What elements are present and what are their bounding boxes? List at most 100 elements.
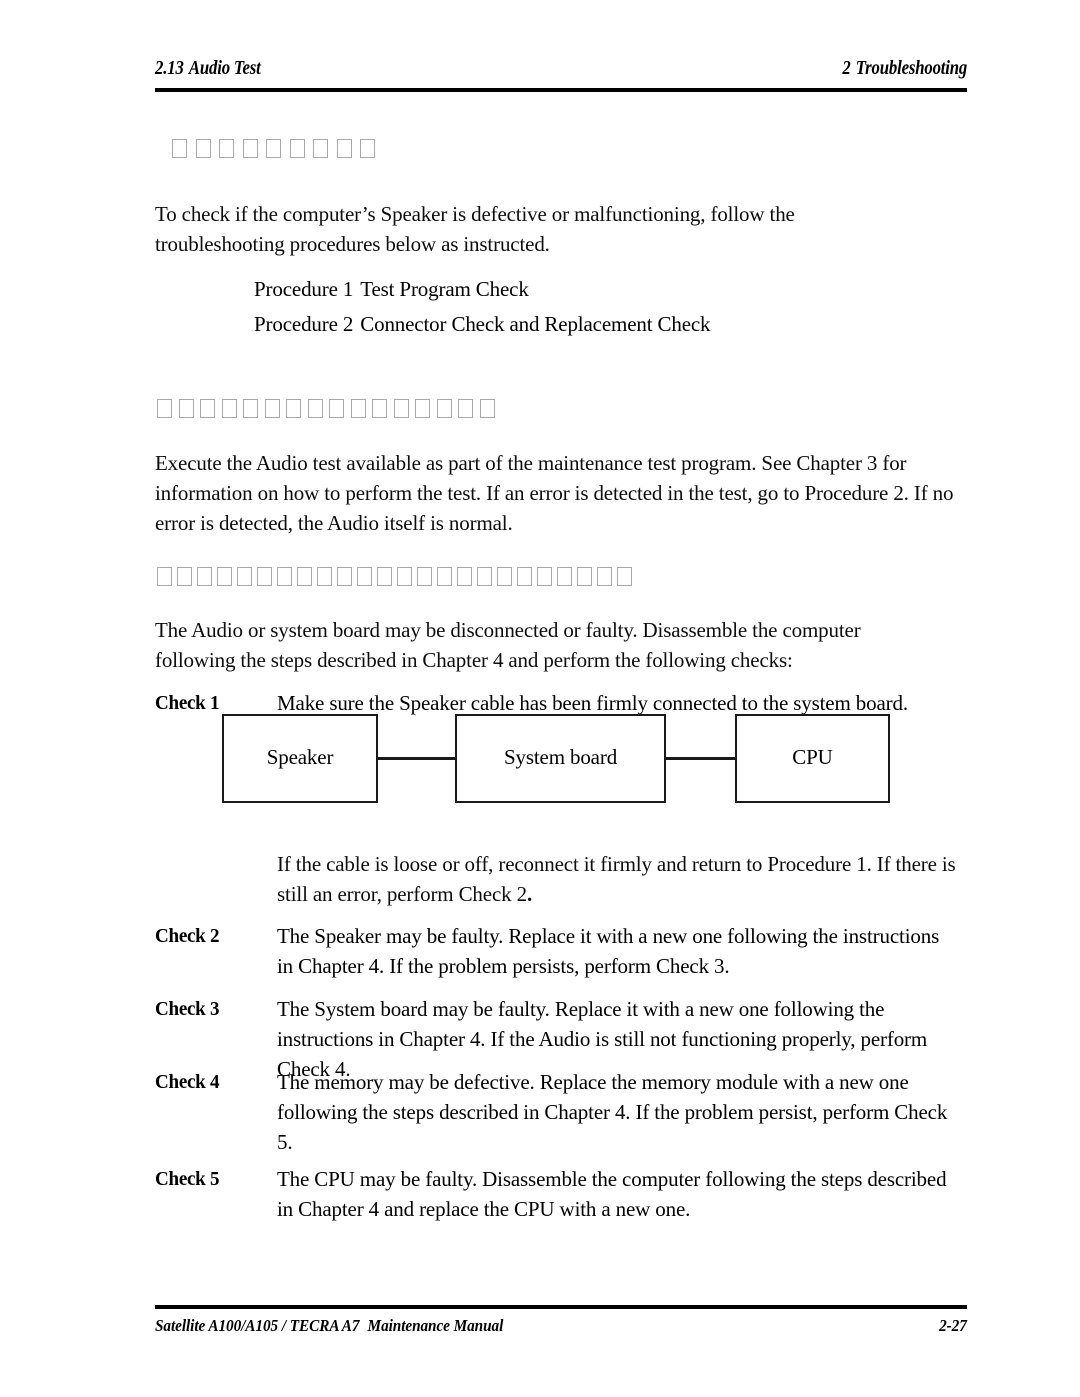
missing-glyph-box (178, 399, 194, 418)
footer-manual-title: Satellite A100/A105 / TECRA A7 Maintenanc… (155, 1316, 503, 1336)
missing-glyph-box (286, 399, 301, 418)
check-row: Check 1 Make sure the Speaker cable has … (155, 688, 955, 718)
diagram-connector-system-to-cpu (666, 757, 735, 760)
procedure-1-heading (157, 399, 501, 418)
check-label: Check 3 (155, 998, 220, 1020)
missing-glyph-box (372, 399, 387, 418)
missing-glyph-box (417, 567, 432, 586)
missing-glyph-box (289, 139, 305, 158)
missing-glyph-box (336, 139, 352, 158)
missing-glyph-box (329, 399, 344, 418)
missing-glyph-box (243, 399, 258, 418)
missing-glyph-box (195, 139, 211, 158)
missing-glyph-box (177, 567, 192, 586)
missing-glyph-box (242, 139, 258, 158)
missing-glyph-box (257, 567, 272, 586)
missing-glyph-box (477, 567, 492, 586)
chapter-title: Troubleshooting (855, 58, 968, 79)
missing-glyph-box (217, 567, 232, 586)
running-head: 2.13 Audio Test 2 Troubleshooting (155, 58, 967, 80)
procedure-2-label: Procedure 2 (254, 312, 354, 336)
missing-glyph-box (517, 567, 532, 586)
diagram-box-speaker: Speaker (222, 714, 378, 803)
procedure-list-item: Procedure 1 Test Program Check (254, 272, 710, 307)
procedure-1-body: Execute the Audio test available as part… (155, 451, 954, 535)
check-1-followup-period: . (526, 882, 533, 906)
running-head-right: 2 Troubleshooting (842, 58, 967, 80)
check-row: Check 2 The Speaker may be faulty. Repla… (155, 921, 955, 981)
missing-glyph-box (350, 399, 366, 418)
missing-glyph-box (337, 567, 352, 586)
missing-glyph-box (357, 567, 372, 586)
missing-glyph-box (266, 139, 281, 158)
missing-glyph-box (497, 567, 512, 586)
footer-rule (155, 1305, 967, 1309)
missing-glyph-box (437, 567, 452, 586)
missing-glyph-box (458, 399, 473, 418)
missing-glyph-box (200, 399, 215, 418)
check-label: Check 5 (155, 1168, 220, 1190)
missing-glyph-box (617, 567, 632, 586)
missing-glyph-box (307, 399, 323, 418)
diagram-box-system-board: System board (455, 714, 666, 803)
check-1-followup-text: If the cable is loose or off, reconnect … (277, 852, 956, 906)
diagram-box-label: System board (503, 745, 618, 769)
missing-glyph-box (317, 567, 332, 586)
missing-glyph-box (264, 399, 280, 418)
missing-glyph-box (577, 567, 592, 586)
audio-test-heading (172, 139, 384, 158)
missing-glyph-box (157, 567, 172, 586)
missing-glyph-box (277, 567, 292, 586)
missing-glyph-box (397, 567, 412, 586)
missing-glyph-box (157, 399, 172, 418)
missing-glyph-box (557, 567, 572, 586)
running-head-left: 2.13 Audio Test (155, 58, 261, 80)
missing-glyph-box (377, 567, 392, 586)
procedure-list-item: Procedure 2 Connector Check and Replaceme… (254, 307, 711, 342)
footer-models: Satellite A100/A105 / TECRA A7 (155, 1316, 360, 1335)
missing-glyph-box (457, 567, 472, 586)
procedure-1-label: Procedure 1 (254, 277, 354, 301)
missing-glyph-box (415, 399, 430, 418)
missing-glyph-box (597, 567, 612, 586)
missing-glyph-box (172, 139, 187, 158)
check-text: The CPU may be faulty. Disassemble the c… (277, 1167, 947, 1221)
check-label: Check 1 (155, 692, 220, 714)
check-1-followup-paragraph: If the cable is loose or off, reconnect … (277, 849, 957, 909)
section-number: 2.13 (155, 58, 184, 79)
missing-glyph-box (360, 139, 375, 158)
diagram-box-cpu: CPU (735, 714, 890, 803)
missing-glyph-box (221, 399, 237, 418)
intro-paragraph: To check if the computer’s Speaker is de… (155, 202, 795, 256)
diagram-box-label: Speaker (266, 745, 334, 769)
manual-page: 2.13 Audio Test 2 Troubleshooting To check… (0, 0, 1080, 1397)
footer-title: Maintenance Manual (367, 1316, 504, 1335)
diagram-connector-speaker-to-system (378, 757, 455, 760)
missing-glyph-box (393, 399, 409, 418)
header-rule (155, 88, 967, 92)
procedure-1-title: Test Program Check (360, 277, 529, 301)
diagram-box-label: CPU (792, 745, 833, 769)
check-text: The memory may be defective. Replace the… (277, 1070, 948, 1154)
missing-glyph-box (297, 567, 312, 586)
check-label: Check 4 (155, 1071, 220, 1093)
chapter-number: 2 (842, 58, 851, 79)
missing-glyph-box (479, 399, 495, 418)
procedure-list: Procedure 1 Test Program Check Procedure … (254, 272, 711, 342)
missing-glyph-box (197, 567, 212, 586)
procedure-2-body: The Audio or system board may be disconn… (155, 618, 861, 672)
missing-glyph-box (313, 139, 328, 158)
page-number: 2-27 (939, 1316, 967, 1335)
check-row: Check 5 The CPU may be faulty. Disassemb… (155, 1164, 955, 1224)
check-text: The Speaker may be faulty. Replace it wi… (277, 924, 940, 978)
procedure-2-heading (157, 567, 637, 586)
page-footer: Satellite A100/A105 / TECRA A7 Maintenanc… (155, 1316, 967, 1336)
procedure-2-title: Connector Check and Replacement Check (360, 312, 711, 336)
check-row: Check 4 The memory may be defective. Rep… (155, 1067, 955, 1157)
missing-glyph-box (537, 567, 552, 586)
check-text: Make sure the Speaker cable has been fir… (277, 691, 908, 715)
missing-glyph-box (219, 139, 234, 158)
section-title: Audio Test (188, 58, 261, 79)
check-label: Check 2 (155, 925, 220, 947)
missing-glyph-box (436, 399, 452, 418)
